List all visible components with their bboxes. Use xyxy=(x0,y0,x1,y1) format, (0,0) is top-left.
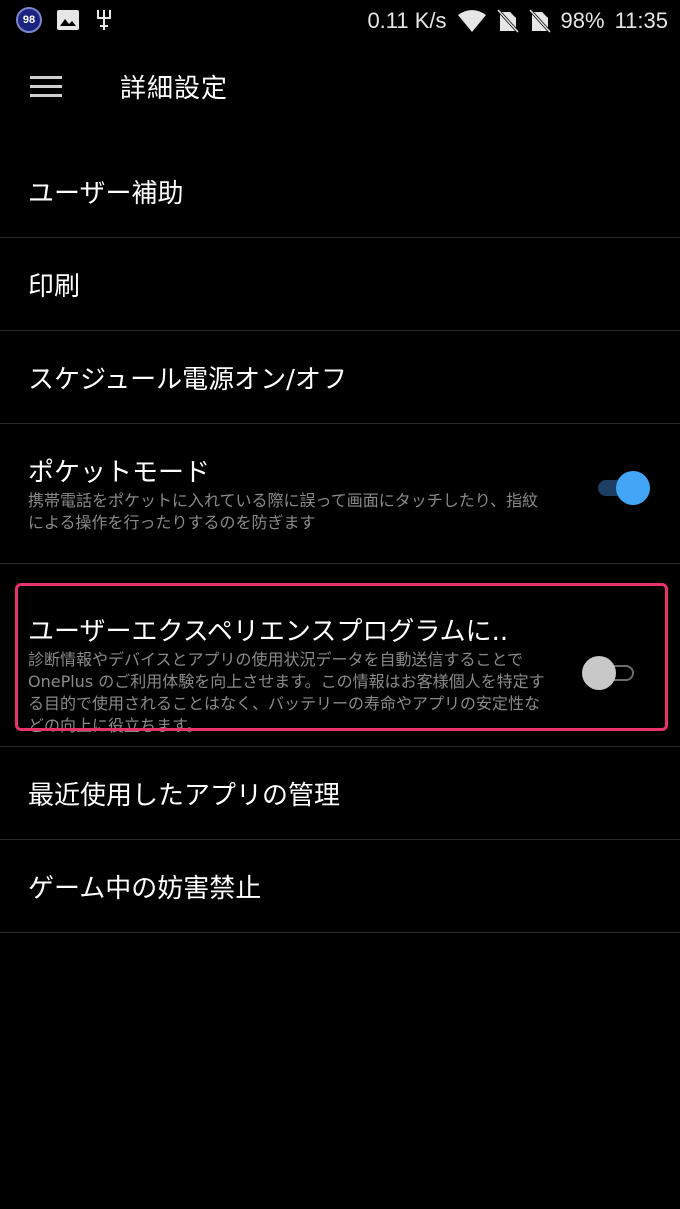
setting-recent-apps[interactable]: 最近使用したアプリの管理 xyxy=(0,747,680,840)
image-icon xyxy=(56,9,80,31)
pocket-mode-toggle[interactable] xyxy=(594,471,650,505)
clock: 11:35 xyxy=(614,8,668,33)
wifi-icon xyxy=(457,9,487,33)
setting-title: 印刷 xyxy=(28,272,81,302)
setting-pocket-mode[interactable]: ポケットモード 携帯電話をポケットに入れている際に誤って画面にタッチしたり、指紋… xyxy=(0,424,680,564)
setting-accessibility[interactable]: ユーザー補助 xyxy=(0,145,680,238)
network-speed: 0.11 K/s xyxy=(367,8,447,33)
setting-title: 最近使用したアプリの管理 xyxy=(28,781,341,811)
setting-summary: 携帯電話をポケットに入れている際に誤って画面にタッチしたり、指紋による操作を行っ… xyxy=(28,491,539,532)
battery-percentage: 98% xyxy=(560,8,605,33)
setting-title: ポケットモード xyxy=(28,458,211,488)
usb-debug-icon xyxy=(94,8,114,32)
toolbar: 詳細設定 xyxy=(0,44,680,134)
setting-gaming-do-not-disturb[interactable]: ゲーム中の妨害禁止 xyxy=(0,840,680,933)
setting-printing[interactable]: 印刷 xyxy=(0,238,680,331)
settings-list: ユーザー補助 印刷 スケジュール電源オン/オフ ポケットモード 携帯電話をポケッ… xyxy=(0,145,680,933)
setting-title: ユーザー補助 xyxy=(28,179,184,209)
setting-title: スケジュール電源オン/オフ xyxy=(28,365,347,395)
no-sim-icon xyxy=(528,9,551,33)
setting-title: ゲーム中の妨害禁止 xyxy=(28,874,262,904)
status-bar: 98 0.11 K/s 98% 11:35 xyxy=(0,0,680,44)
no-sim-icon xyxy=(496,9,519,33)
setting-scheduled-power[interactable]: スケジュール電源オン/オフ xyxy=(0,331,680,424)
notification-badge-icon: 98 xyxy=(16,7,42,33)
page-title: 詳細設定 xyxy=(120,74,229,104)
hamburger-menu-icon[interactable] xyxy=(30,76,62,98)
highlight-annotation xyxy=(15,583,668,731)
